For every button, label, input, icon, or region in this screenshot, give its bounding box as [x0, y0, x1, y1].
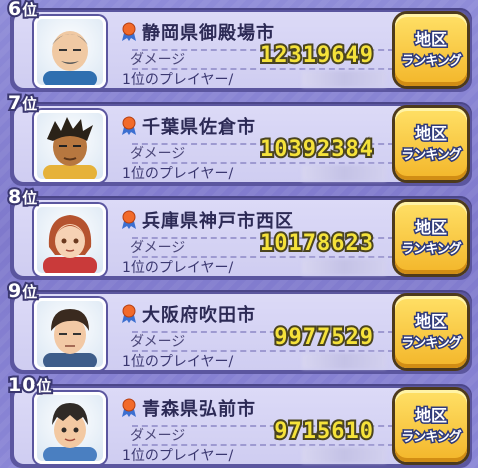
area-ranking-button-line2: ランキング — [400, 335, 464, 353]
city-name: 兵庫県神戸市西区 — [142, 211, 294, 232]
damage-label: ダメージ — [130, 240, 186, 256]
area-ranking-button-line1: 地区 — [413, 123, 448, 145]
area-ranking-button-line2: ランキング — [400, 241, 464, 259]
city-name: 大阪府吹田市 — [142, 305, 256, 326]
ranking-row: 7位 千葉県佐倉市 ダメージ 10392384 1位のプレイヤー/ 地区 ランキ… — [0, 90, 478, 186]
player-avatar — [34, 298, 106, 370]
damage-value: 9977529 — [272, 323, 375, 352]
damage-value: 10178623 — [258, 229, 375, 258]
avatar-icon — [43, 31, 97, 85]
area-ranking-button-line2: ランキング — [400, 147, 464, 165]
damage-label: ダメージ — [130, 428, 186, 444]
top-player-label: 1位のプレイヤー/ — [122, 448, 234, 464]
top-player-name-blurred — [302, 165, 386, 181]
avatar-icon — [43, 215, 97, 273]
damage-value: 12319649 — [258, 41, 375, 70]
city-name: 千葉県佐倉市 — [142, 117, 256, 138]
medal-icon — [122, 304, 136, 323]
area-ranking-button[interactable]: 地区 ランキング — [395, 296, 467, 368]
top-player-name-blurred — [302, 447, 386, 463]
ranking-card: 青森県弘前市 ダメージ 9715610 1位のプレイヤー/ 地区 ランキング — [10, 384, 472, 468]
avatar-icon — [43, 117, 97, 179]
area-ranking-button-line1: 地区 — [413, 311, 448, 333]
medal-icon — [122, 116, 136, 135]
damage-value: 10392384 — [258, 135, 375, 164]
area-ranking-button-line1: 地区 — [413, 405, 448, 427]
damage-label: ダメージ — [130, 334, 186, 350]
top-player-label: 1位のプレイヤー/ — [122, 260, 234, 276]
rank-label: 10位 — [6, 372, 54, 398]
ranking-row: 8位 兵庫県神戸市西区 ダメージ 10178623 1位のプレイヤー/ 地区 ラ… — [0, 184, 478, 280]
top-player-name-blurred — [302, 71, 386, 87]
ranking-row: 6位 静岡県御殿場市 ダメージ 12319649 1位のプレイヤー/ 地区 ラン… — [0, 0, 478, 92]
medal-icon — [122, 210, 136, 229]
top-player-label: 1位のプレイヤー/ — [122, 354, 234, 370]
avatar-icon — [43, 309, 97, 367]
area-ranking-button[interactable]: 地区 ランキング — [395, 202, 467, 274]
damage-label: ダメージ — [130, 146, 186, 162]
medal-icon — [122, 398, 136, 417]
damage-value: 9715610 — [272, 417, 375, 446]
ranking-card: 兵庫県神戸市西区 ダメージ 10178623 1位のプレイヤー/ 地区 ランキン… — [10, 196, 472, 280]
area-ranking-button-line2: ランキング — [400, 53, 464, 71]
area-ranking-button[interactable]: 地区 ランキング — [395, 390, 467, 462]
player-avatar — [34, 204, 106, 276]
rank-label: 6位 — [6, 0, 39, 22]
rank-label: 8位 — [6, 184, 39, 210]
rank-label: 7位 — [6, 90, 39, 116]
ranking-row: 10位 青森県弘前市 ダメージ 9715610 1位のプレイヤー/ 地区 ランキ… — [0, 372, 478, 468]
city-name: 静岡県御殿場市 — [142, 23, 275, 44]
area-ranking-button[interactable]: 地区 ランキング — [395, 108, 467, 180]
medal-icon — [122, 22, 136, 41]
rank-label: 9位 — [6, 278, 39, 304]
ranking-card: 大阪府吹田市 ダメージ 9977529 1位のプレイヤー/ 地区 ランキング — [10, 290, 472, 374]
player-avatar — [34, 110, 106, 182]
top-player-label: 1位のプレイヤー/ — [122, 166, 234, 182]
player-avatar — [34, 16, 106, 88]
area-ranking-button[interactable]: 地区 ランキング — [395, 14, 467, 86]
player-avatar — [34, 392, 106, 464]
top-player-label: 1位のプレイヤー/ — [122, 72, 234, 88]
city-name: 青森県弘前市 — [142, 399, 256, 420]
avatar-icon — [43, 403, 97, 461]
ranking-card: 静岡県御殿場市 ダメージ 12319649 1位のプレイヤー/ 地区 ランキング — [10, 8, 472, 92]
ranking-card: 千葉県佐倉市 ダメージ 10392384 1位のプレイヤー/ 地区 ランキング — [10, 102, 472, 186]
damage-label: ダメージ — [130, 52, 186, 68]
top-player-name-blurred — [302, 353, 386, 369]
area-ranking-button-line2: ランキング — [400, 429, 464, 447]
ranking-row: 9位 大阪府吹田市 ダメージ 9977529 1位のプレイヤー/ 地区 ランキン… — [0, 278, 478, 374]
area-ranking-button-line1: 地区 — [413, 29, 448, 51]
top-player-name-blurred — [302, 259, 386, 275]
area-ranking-button-line1: 地区 — [413, 217, 448, 239]
